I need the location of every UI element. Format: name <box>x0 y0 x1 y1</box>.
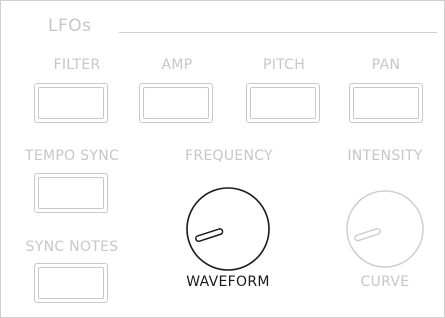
intensity-label: INTENSITY <box>347 148 423 164</box>
sync-notes-button[interactable] <box>34 263 108 303</box>
pitch-label: PITCH <box>262 57 306 73</box>
curve-knob-ring <box>346 190 424 268</box>
section-title: LFOs <box>48 16 92 36</box>
waveform-knob-ring <box>186 187 270 271</box>
amp-button[interactable] <box>139 83 213 123</box>
curve-label: CURVE <box>360 274 410 290</box>
waveform-label: WAVEFORM <box>186 274 270 290</box>
tempo-sync-label: TEMPO SYNC <box>24 148 120 164</box>
curve-knob[interactable] <box>345 189 425 269</box>
pan-button[interactable] <box>349 83 423 123</box>
waveform-knob[interactable] <box>185 186 271 272</box>
pan-label: PAN <box>371 57 401 73</box>
section-divider <box>119 32 437 33</box>
tempo-sync-button[interactable] <box>34 173 108 213</box>
amp-label: AMP <box>161 57 193 73</box>
lfo-panel: LFOs FILTER AMP PITCH PAN TEMPO SYNC SYN… <box>0 0 445 318</box>
filter-label: FILTER <box>53 57 101 73</box>
pitch-button[interactable] <box>246 83 320 123</box>
filter-button[interactable] <box>34 83 108 123</box>
frequency-label: FREQUENCY <box>185 148 273 164</box>
sync-notes-label: SYNC NOTES <box>25 239 119 255</box>
